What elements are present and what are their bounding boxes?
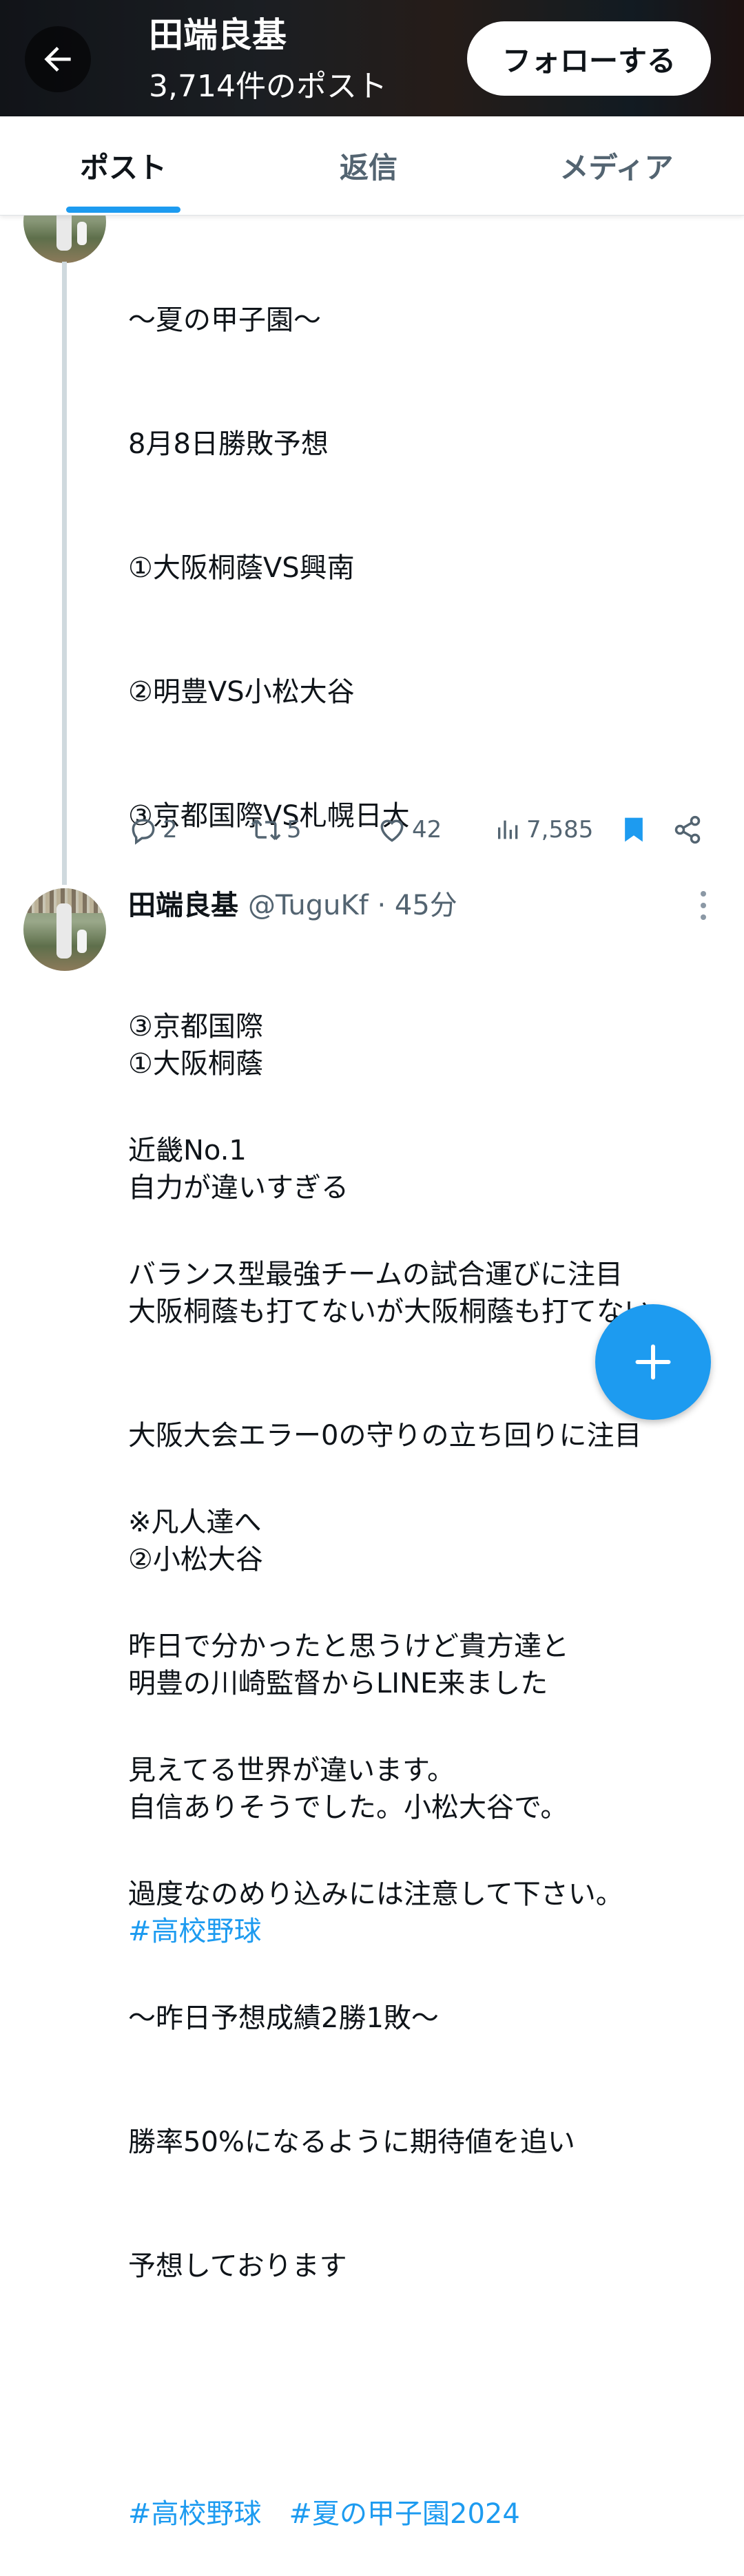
back-button[interactable] (25, 26, 91, 92)
tweet-line: バランス型最強チームの試合運びに注目 (128, 1259, 623, 1290)
tweet-line: ②明豊VS小松大谷 (128, 676, 355, 708)
compose-plus-icon (635, 1344, 671, 1380)
tweet2-header: 田端良基 @TuguKf · 45分 (128, 883, 457, 922)
reply-button[interactable]: 2 (128, 809, 178, 850)
reply-count: 2 (163, 816, 178, 844)
profile-name: 田端良基 (149, 15, 287, 55)
share-button[interactable] (672, 809, 707, 850)
like-icon (380, 819, 404, 842)
tweet-line: 見えてる世界が違います。 (128, 1755, 455, 1786)
tab-media[interactable]: メディア (530, 116, 703, 215)
thread-connector-line (62, 262, 67, 885)
more-icon[interactable] (697, 888, 708, 923)
tweet-line: 過度なのめり込みには注意して下さい。 (128, 1878, 623, 1910)
reply-icon (132, 819, 155, 845)
follow-button[interactable]: フォローする (467, 21, 711, 96)
views-button[interactable]: 7,585 (495, 809, 593, 850)
post-count: 3,714件のポスト (149, 69, 387, 104)
tweet-line: 〜昨日予想成績2勝1敗〜 (128, 2002, 439, 2034)
bookmark-button[interactable] (619, 809, 653, 850)
author-handle-time[interactable]: @TuguKf · 45分 (248, 883, 457, 923)
views-icon (498, 820, 518, 839)
back-arrow-icon (44, 47, 71, 72)
author-name[interactable]: 田端良基 (128, 883, 238, 923)
profile-header: 田端良基 3,714件のポスト フォローする (0, 0, 744, 116)
active-tab-indicator (66, 207, 180, 213)
tweet-line: ③京都国際 (128, 1011, 263, 1043)
bookmark-icon (625, 817, 643, 842)
like-button[interactable]: 42 (376, 809, 442, 850)
tweet-line: 昨日で分かったと思うけど貴方達と (128, 1631, 569, 1662)
tweet1-actions: 2 5 42 7,585 (128, 809, 714, 850)
tweet-line: 予想しております (128, 2250, 347, 2282)
profile-tabs: ポスト 返信 メディア (0, 116, 744, 216)
repost-count: 5 (287, 816, 302, 844)
like-count: 42 (412, 816, 442, 844)
tweet-line: 勝率50%になるように期待値を追い (128, 2126, 575, 2158)
avatar[interactable] (23, 888, 106, 971)
tweet2-body: ③京都国際 近畿No.1 バランス型最強チームの試合運びに注目 ※凡人達へ 昨日… (128, 923, 623, 2576)
tweet-line: ※凡人達へ (128, 1507, 262, 1538)
tab-posts[interactable]: ポスト (41, 116, 205, 215)
tweet-line: ①大阪桐蔭VS興南 (128, 552, 355, 584)
tweet-line: 〜夏の甲子園〜 (128, 304, 321, 336)
repost-icon (251, 819, 281, 840)
tweet-line: 近畿No.1 (128, 1135, 247, 1166)
tweet-line (128, 1378, 623, 1419)
views-count: 7,585 (526, 816, 594, 844)
hashtag-links[interactable]: #高校野球 #夏の甲子園2024 (128, 2493, 623, 2535)
repost-button[interactable]: 5 (249, 809, 302, 850)
tab-replies[interactable]: 返信 (276, 116, 462, 215)
compose-button[interactable] (595, 1304, 711, 1420)
tweet-line: 8月8日勝敗予想 (128, 428, 329, 460)
share-icon (674, 815, 701, 844)
tweet-line (128, 2369, 623, 2411)
